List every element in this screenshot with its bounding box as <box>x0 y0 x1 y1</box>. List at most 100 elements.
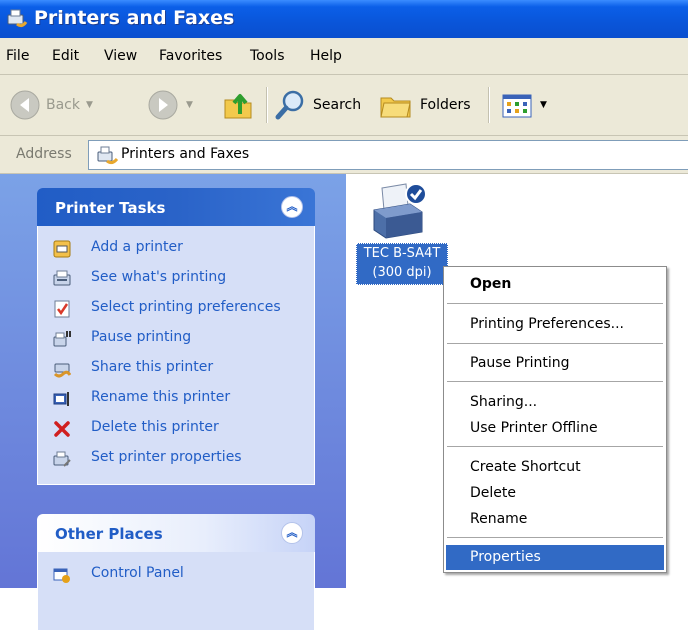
search-icon <box>275 90 304 120</box>
printer-icon[interactable] <box>370 180 432 240</box>
task-pane: Printer Tasks ︽ Add a printer See what's… <box>0 174 346 631</box>
menu-view[interactable]: View <box>104 48 137 64</box>
print-queue-icon <box>53 270 71 286</box>
printer-name: TEC B-SA4T <box>363 246 441 261</box>
menu-item-printing-preferences[interactable]: Printing Preferences... <box>446 312 664 337</box>
menu-file[interactable]: File <box>6 48 29 64</box>
menu-item-delete[interactable]: Delete <box>446 481 664 506</box>
printer-tasks-header[interactable]: Printer Tasks ︽ <box>37 188 315 226</box>
toolbar: Back ▼ ▼ Search Folders ▼ <box>0 75 688 136</box>
menu-item-create-shortcut[interactable]: Create Shortcut <box>446 455 664 480</box>
menu-item-open[interactable]: Open <box>446 272 664 297</box>
printer-tasks-list: Add a printer See what's printing Select… <box>37 226 315 485</box>
back-dropdown-icon[interactable]: ▼ <box>86 100 93 110</box>
menu-item-label: Delete <box>470 485 516 501</box>
task-set-printer-properties[interactable]: Set printer properties <box>38 444 314 474</box>
address-field[interactable]: Printers and Faxes <box>88 140 688 170</box>
printer-resolution: (300 dpi) <box>372 265 432 280</box>
menu-item-properties[interactable]: Properties <box>446 545 664 570</box>
menu-separator <box>447 537 663 538</box>
forward-button[interactable]: ▼ <box>146 88 193 122</box>
printer-folder-icon <box>7 9 28 28</box>
place-control-panel[interactable]: Control Panel <box>38 560 314 590</box>
up-folder-button[interactable] <box>221 88 255 122</box>
search-label: Search <box>313 97 362 113</box>
pause-printer-icon <box>53 331 71 347</box>
views-button[interactable]: ▼ <box>500 88 547 122</box>
task-label: Add a printer <box>91 239 183 255</box>
task-share-printer[interactable]: Share this printer <box>38 354 314 384</box>
menu-item-label: Properties <box>470 549 541 565</box>
menu-item-pause-printing[interactable]: Pause Printing <box>446 351 664 376</box>
task-label: Pause printing <box>91 329 192 345</box>
task-label: Delete this printer <box>91 419 219 435</box>
other-places-title: Other Places <box>55 525 163 543</box>
folders-icon <box>380 97 411 118</box>
other-places-header[interactable]: Other Places ︽ <box>37 514 315 552</box>
menu-item-rename[interactable]: Rename <box>446 507 664 532</box>
menu-item-sharing[interactable]: Sharing... <box>446 390 664 415</box>
task-label: Rename this printer <box>91 389 231 405</box>
other-places-list: Control Panel <box>37 552 315 631</box>
control-panel-icon <box>53 568 70 583</box>
task-label: Select printing preferences <box>91 299 281 315</box>
forward-arrow-icon <box>148 90 178 120</box>
task-label: Share this printer <box>91 359 214 375</box>
delete-x-icon <box>54 421 70 437</box>
share-printer-icon <box>53 363 71 378</box>
add-printer-icon <box>53 240 71 258</box>
menu-item-use-printer-offline[interactable]: Use Printer Offline <box>446 416 664 441</box>
place-label: Control Panel <box>91 565 184 581</box>
task-pause-printing[interactable]: Pause printing <box>38 324 314 354</box>
search-button[interactable]: Search <box>273 88 361 122</box>
menu-bar: File Edit View Favorites Tools Help <box>0 38 688 75</box>
printer-properties-icon <box>53 451 71 467</box>
other-places-panel: Other Places ︽ Control Panel <box>37 514 315 631</box>
back-button[interactable]: Back ▼ <box>8 88 93 122</box>
menu-separator <box>447 446 663 447</box>
menu-help[interactable]: Help <box>310 48 342 64</box>
window-title: Printers and Faxes <box>34 7 235 29</box>
task-label: See what's printing <box>91 269 227 285</box>
printer-item-label[interactable]: TEC B-SA4T (300 dpi) <box>356 243 448 285</box>
back-label: Back <box>46 97 80 113</box>
menu-item-label: Create Shortcut <box>470 459 581 475</box>
menu-separator <box>447 343 663 344</box>
toolbar-separator <box>488 87 490 123</box>
address-value: Printers and Faxes <box>121 146 250 162</box>
collapse-chevron-icon[interactable]: ︽ <box>281 522 303 544</box>
collapse-chevron-icon[interactable]: ︽ <box>281 196 303 218</box>
views-dropdown-icon[interactable]: ▼ <box>540 100 547 110</box>
folders-label: Folders <box>420 97 471 113</box>
printers-folder-icon <box>97 146 119 165</box>
printer-tasks-panel: Printer Tasks ︽ Add a printer See what's… <box>37 188 315 485</box>
task-select-printing-preferences[interactable]: Select printing preferences <box>38 294 314 324</box>
up-folder-icon <box>224 94 252 119</box>
menu-item-label: Printing Preferences... <box>470 316 624 332</box>
back-arrow-icon <box>10 90 40 120</box>
menu-favorites[interactable]: Favorites <box>159 48 222 64</box>
menu-item-label: Sharing... <box>470 394 538 410</box>
task-rename-printer[interactable]: Rename this printer <box>38 384 314 414</box>
menu-separator <box>447 381 663 382</box>
task-delete-printer[interactable]: Delete this printer <box>38 414 314 444</box>
task-see-whats-printing[interactable]: See what's printing <box>38 264 314 294</box>
menu-item-label: Pause Printing <box>470 355 570 371</box>
menu-item-label: Rename <box>470 511 528 527</box>
forward-dropdown-icon[interactable]: ▼ <box>186 100 193 110</box>
menu-edit[interactable]: Edit <box>52 48 79 64</box>
menu-tools[interactable]: Tools <box>250 48 285 64</box>
rename-icon <box>53 392 69 406</box>
folders-button[interactable]: Folders <box>378 88 471 122</box>
address-label: Address <box>16 146 72 162</box>
views-grid-icon <box>502 94 532 118</box>
task-label: Set printer properties <box>91 449 242 465</box>
menu-separator <box>447 303 663 304</box>
preferences-icon <box>54 300 70 318</box>
printer-tasks-title: Printer Tasks <box>55 199 166 217</box>
task-add-printer[interactable]: Add a printer <box>38 234 314 264</box>
address-bar: Address Printers and Faxes <box>0 136 688 174</box>
context-menu: Open Printing Preferences... Pause Print… <box>443 266 667 573</box>
menu-item-label: Open <box>470 276 512 292</box>
menu-item-label: Use Printer Offline <box>470 420 598 436</box>
